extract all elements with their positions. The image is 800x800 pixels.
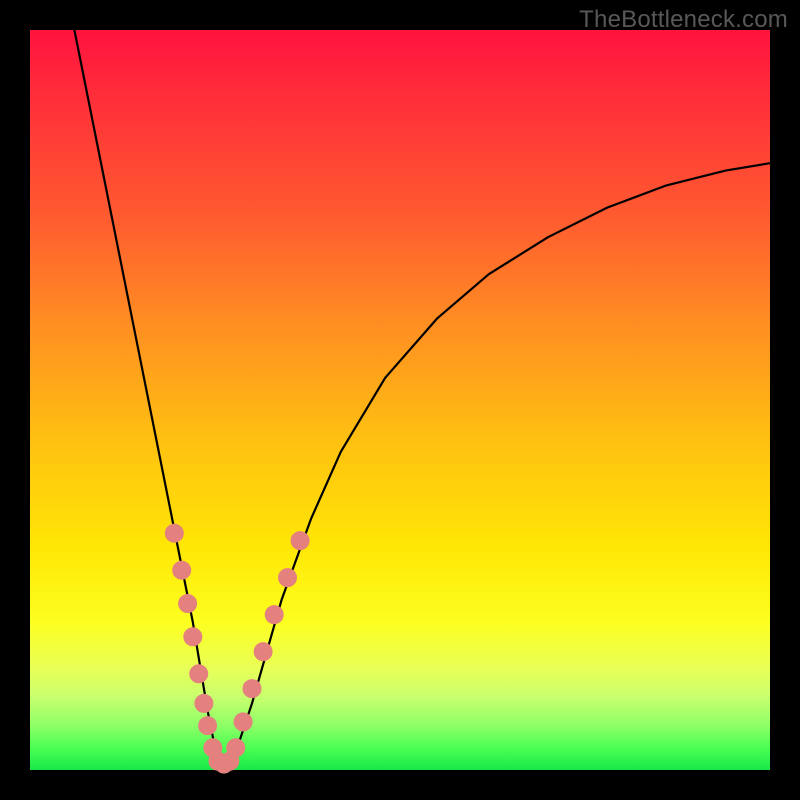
data-marker [265,606,283,624]
data-marker [173,561,191,579]
data-marker [195,694,213,712]
data-marker [254,643,272,661]
bottleneck-curve [74,30,770,763]
data-marker [199,717,217,735]
data-marker [243,680,261,698]
curve-layer [30,30,770,770]
data-marker [190,665,208,683]
plot-area [30,30,770,770]
data-marker [165,524,183,542]
data-markers [165,524,309,773]
data-marker [184,628,202,646]
watermark-text: TheBottleneck.com [579,6,788,34]
data-marker [291,532,309,550]
data-marker [234,713,252,731]
data-marker [179,595,197,613]
data-marker [227,739,245,757]
data-marker [279,569,297,587]
chart-frame: TheBottleneck.com [0,0,800,800]
